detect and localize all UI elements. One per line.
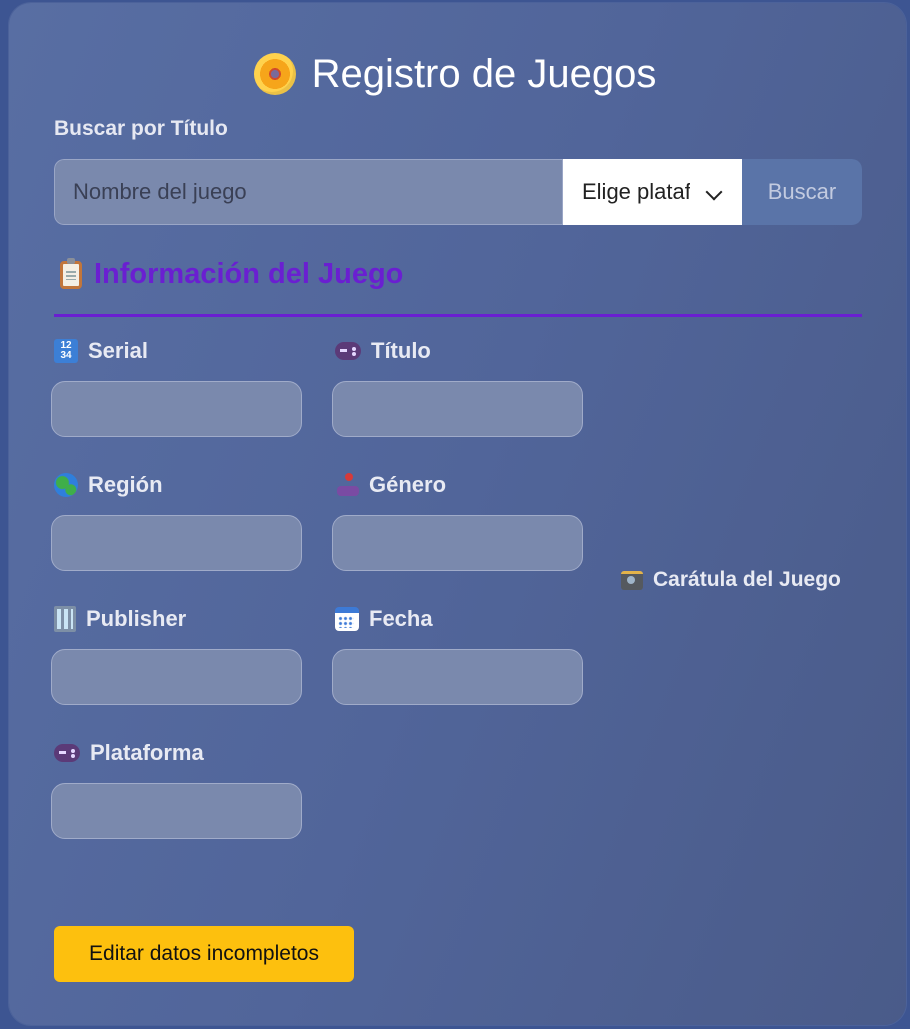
fecha-label-text: Fecha <box>369 606 433 631</box>
publisher-label: Publisher <box>54 606 186 632</box>
search-label: Buscar por Título <box>54 117 228 140</box>
plataforma-label: Plataforma <box>54 740 204 766</box>
search-input[interactable] <box>54 159 563 225</box>
gamepad-icon <box>335 342 361 360</box>
globe-icon <box>54 473 78 497</box>
serial-label: 12 34 Serial <box>54 338 148 364</box>
publisher-field[interactable] <box>51 649 302 705</box>
platform-select[interactable]: Elige plataforma <box>563 159 742 225</box>
plataforma-field[interactable] <box>51 783 302 839</box>
genero-label: Género <box>335 472 446 498</box>
titulo-label: Título <box>335 338 431 364</box>
cover-label-text: Carátula del Juego <box>653 568 841 591</box>
cover-label: Carátula del Juego <box>621 568 841 592</box>
section-title: Información del Juego <box>94 258 404 290</box>
camera-icon <box>621 570 643 590</box>
edit-incomplete-button[interactable]: Editar datos incompletos <box>54 926 354 982</box>
disc-icon <box>253 53 296 95</box>
region-label-text: Región <box>88 472 163 497</box>
building-icon <box>54 606 76 632</box>
chevron-down-icon <box>705 183 723 201</box>
region-label: Región <box>54 472 163 498</box>
fecha-field[interactable] <box>332 649 583 705</box>
titulo-label-text: Título <box>371 338 431 363</box>
calendar-icon <box>335 607 359 631</box>
fecha-label: Fecha <box>335 606 433 632</box>
region-field[interactable] <box>51 515 302 571</box>
titulo-field[interactable] <box>332 381 583 437</box>
platform-select-value: Elige plataforma <box>582 179 690 204</box>
section-header: Información del Juego <box>54 257 404 291</box>
joystick-icon <box>335 473 359 497</box>
serial-label-text: Serial <box>88 338 148 363</box>
registration-card <box>9 3 906 1025</box>
genero-label-text: Género <box>369 472 447 497</box>
genero-field[interactable] <box>332 515 583 571</box>
search-bar: Elige plataforma Buscar <box>54 159 862 225</box>
publisher-label-text: Publisher <box>86 606 187 631</box>
gamepad-icon <box>54 744 80 762</box>
numbers-icon: 12 34 <box>54 339 78 363</box>
search-button[interactable]: Buscar <box>742 159 862 225</box>
page-title: Registro de Juegos <box>311 51 657 96</box>
serial-field[interactable] <box>51 381 302 437</box>
clipboard-icon <box>60 257 82 289</box>
header: Registro de Juegos <box>0 50 910 98</box>
plataforma-label-text: Plataforma <box>90 740 204 765</box>
section-divider <box>54 314 862 317</box>
